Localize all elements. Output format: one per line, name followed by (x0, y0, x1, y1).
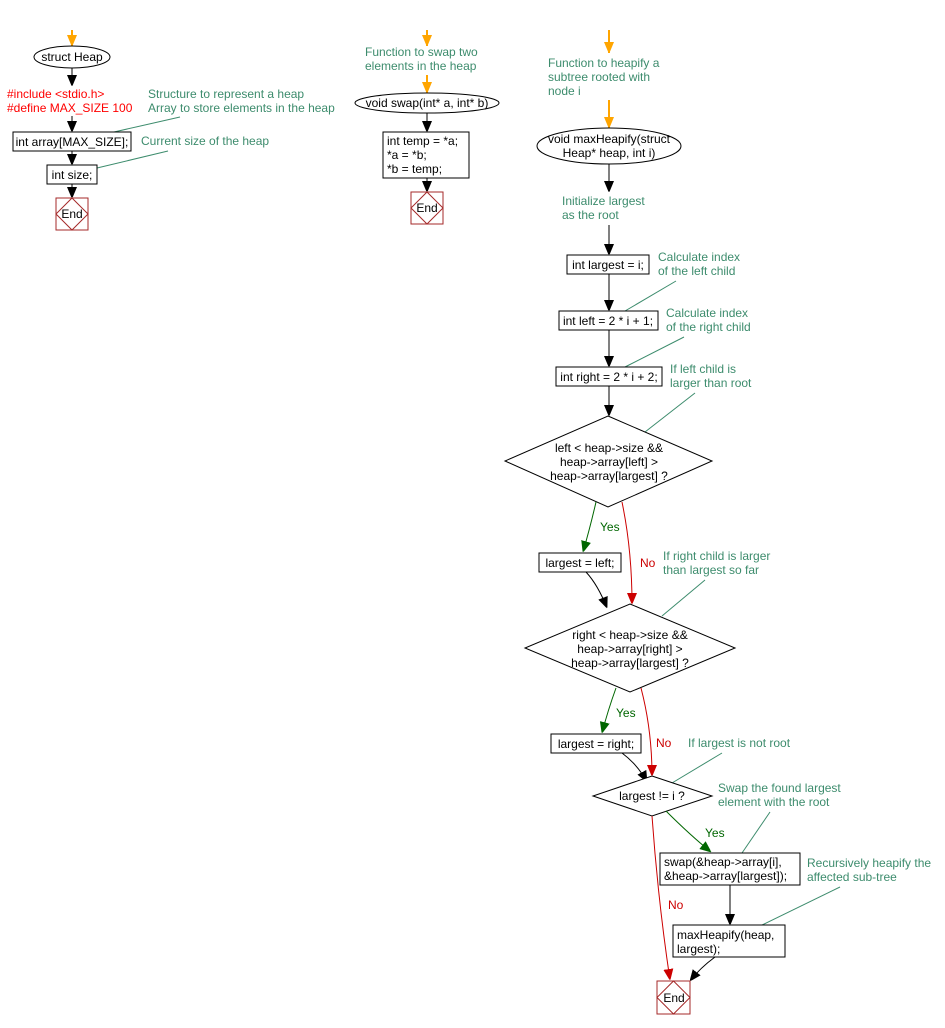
comment: Swap the found largest (718, 781, 841, 795)
yes-label: Yes (616, 706, 636, 720)
end-label: End (61, 207, 82, 221)
decision-label: heap->array[left] > (560, 455, 658, 469)
end-label: End (663, 991, 684, 1005)
code-line: int temp = *a; (387, 134, 458, 148)
comment-connector (644, 392, 696, 433)
comment: If right child is larger (663, 549, 770, 563)
swap-call: &heap->array[largest]); (664, 869, 787, 883)
calc-right: int right = 2 * i + 2; (560, 370, 657, 384)
end-label: End (416, 201, 437, 215)
assign-right: largest = right; (558, 737, 634, 751)
yes-arrow (583, 501, 597, 552)
recurse-call: largest); (677, 942, 720, 956)
struct-flow: struct Heap #include <stdio.h> #define M… (7, 30, 335, 231)
comment: Array to store elements in the heap (148, 101, 335, 115)
decision-label: largest != i ? (619, 789, 685, 803)
comment-connector (661, 579, 706, 617)
comment: If left child is (670, 362, 736, 376)
start-label: void swap(int* a, int* b) (366, 96, 489, 110)
start-label: Heap* heap, int i) (563, 146, 656, 160)
comment: Calculate index (658, 250, 740, 264)
comment: Function to swap two (365, 45, 478, 59)
comment: of the left child (658, 264, 735, 278)
no-label: No (656, 736, 672, 750)
comment: Structure to represent a heap (148, 87, 304, 101)
arrow (585, 571, 607, 608)
comment: Calculate index (666, 306, 748, 320)
comment-connector (113, 116, 181, 133)
flowchart: struct Heap #include <stdio.h> #define M… (7, 30, 931, 1015)
arrow (690, 956, 716, 981)
decision-label: heap->array[largest] ? (550, 469, 668, 483)
comment: Initialize largest (562, 194, 645, 208)
comment: element with the root (718, 795, 830, 809)
comment: subtree rooted with (548, 70, 650, 84)
heapify-flow: Function to heapify a subtree rooted wit… (503, 30, 931, 1015)
define-line: #define MAX_SIZE 100 (7, 101, 133, 115)
yes-arrow (602, 687, 617, 733)
no-arrow (640, 687, 652, 777)
comment-connector (671, 752, 723, 784)
decision-label: left < heap->size && (555, 441, 663, 455)
comment: Function to heapify a (548, 56, 660, 70)
arrow (621, 752, 647, 782)
comment: affected sub-tree (807, 870, 897, 884)
swap-call: swap(&heap->array[i], (664, 855, 782, 869)
init-largest: int largest = i; (572, 258, 644, 272)
swap-flow: Function to swap two elements in the hea… (354, 30, 500, 225)
recurse-call: maxHeapify(heap, (677, 928, 774, 942)
array-decl: int array[MAX_SIZE]; (16, 135, 129, 149)
start-label: void maxHeapify(struct (548, 132, 671, 146)
yes-label: Yes (600, 520, 620, 534)
start-label: struct Heap (41, 50, 103, 64)
comment-connector (96, 150, 169, 169)
calc-left: int left = 2 * i + 1; (563, 314, 653, 328)
code-line: *a = *b; (387, 148, 427, 162)
comment-connector (741, 811, 771, 854)
include-line: #include <stdio.h> (7, 87, 104, 101)
size-decl: int size; (52, 168, 93, 182)
comment: larger than root (670, 376, 752, 390)
comment: node i (548, 84, 581, 98)
no-label: No (640, 556, 656, 570)
comment: Recursively heapify the (807, 856, 931, 870)
no-label: No (668, 898, 684, 912)
comment-connector (761, 886, 841, 926)
no-arrow (621, 501, 632, 605)
comment: If largest is not root (688, 736, 791, 750)
decision-label: right < heap->size && (572, 628, 687, 642)
yes-label: Yes (705, 826, 725, 840)
comment: Current size of the heap (141, 134, 269, 148)
comment: of the right child (666, 320, 751, 334)
comment: than largest so far (663, 563, 759, 577)
assign-left: largest = left; (545, 556, 614, 570)
comment: elements in the heap (365, 59, 477, 73)
decision-label: heap->array[right] > (577, 642, 682, 656)
comment: as the root (562, 208, 619, 222)
decision-label: heap->array[largest] ? (571, 656, 689, 670)
code-line: *b = temp; (387, 162, 442, 176)
